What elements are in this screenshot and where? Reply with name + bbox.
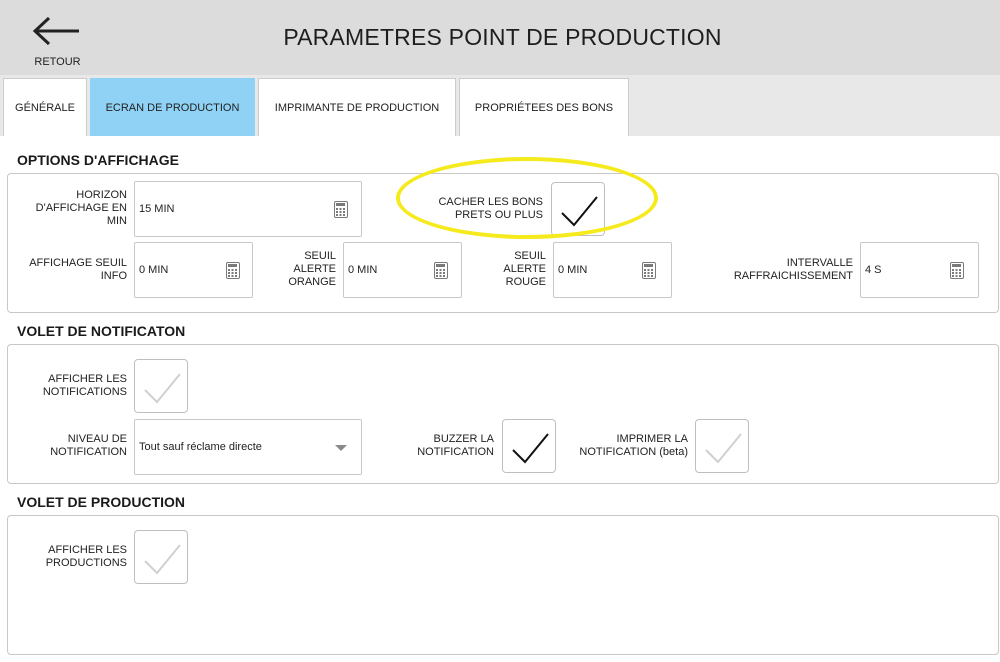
horizon-value: 15 MIN [139,203,175,215]
show-notifications-label-line2: NOTIFICATIONS [42,386,127,398]
header-bar: RETOUR PARAMETRES POINT DE PRODUCTION [0,0,1000,75]
hide-orders-label: CACHER LES BONS PRETS OU PLUS [400,196,543,222]
print-notification-label-line1: IMPRIMER LA [616,433,688,445]
info-threshold-label-line2: INFO [100,270,127,282]
refresh-interval-value: 4 S [865,264,882,276]
back-label: RETOUR [34,56,81,68]
checkmark-icon [144,544,181,575]
checkmark-icon [561,196,598,227]
red-threshold-label-line2: ALERTE [503,263,546,275]
calculator-icon[interactable] [226,262,240,279]
info-threshold-value: 0 MIN [139,264,169,276]
horizon-field[interactable]: 15 MIN [134,181,362,237]
show-productions-label-line1: AFFICHER LES [48,544,127,556]
info-threshold-label: AFFICHAGE SEUIL INFO [18,257,127,283]
orange-threshold-label-line2: ALERTE [293,263,336,275]
calculator-icon[interactable] [334,201,348,218]
print-notification-label: IMPRIMER LA NOTIFICATION (beta) [560,433,688,459]
horizon-label: HORIZON D'AFFICHAGE EN MIN [20,189,127,228]
orange-threshold-label: SEUIL ALERTE ORANGE [262,250,336,289]
calculator-icon[interactable] [434,262,448,279]
tab-imprimante-de-production[interactable]: IMPRIMANTE DE PRODUCTION [258,78,456,136]
hide-orders-label-line1: CACHER LES BONS [438,196,543,208]
checkmark-icon [144,373,181,404]
refresh-interval-label-line2: RAFFRAICHISSEMENT [733,270,853,282]
red-threshold-label-line1: SEUIL [514,250,546,262]
tab-bar: GÉNÉRALE ECRAN DE PRODUCTION IMPRIMANTE … [0,75,1000,136]
page-title: PARAMETRES POINT DE PRODUCTION [283,24,722,50]
buzzer-checkbox[interactable] [502,419,556,473]
checkmark-icon [512,433,549,464]
info-threshold-field[interactable]: 0 MIN [134,242,253,298]
buzzer-label-line2: NOTIFICATION [417,446,494,458]
section-title-display-options: OPTIONS D'AFFICHAGE [17,152,179,168]
orange-threshold-label-line3: ORANGE [288,276,336,288]
red-threshold-value: 0 MIN [558,264,588,276]
calculator-icon[interactable] [642,262,656,279]
tab-proprietees-des-bons[interactable]: PROPRIÉTEES DES BONS [459,78,629,136]
checkmark-icon [705,433,742,464]
tab-generale[interactable]: GÉNÉRALE [3,78,87,136]
buzzer-label: BUZZER LA NOTIFICATION [380,433,494,459]
chevron-down-icon [335,445,347,451]
hide-orders-checkbox[interactable] [551,182,605,236]
show-productions-label: AFFICHER LES PRODUCTIONS [24,544,127,570]
orange-threshold-field[interactable]: 0 MIN [343,242,462,298]
notification-level-select[interactable]: Tout sauf réclame directe [134,419,362,475]
notification-level-label-line1: NIVEAU DE [67,433,127,445]
horizon-label-line3: MIN [106,215,127,227]
calculator-icon[interactable] [950,262,964,279]
notification-level-label: NIVEAU DE NOTIFICATION [24,433,127,459]
show-productions-checkbox[interactable] [134,530,188,584]
hide-orders-label-line2: PRETS OU PLUS [454,209,543,221]
info-threshold-label-line1: AFFICHAGE SEUIL [29,257,127,269]
red-threshold-field[interactable]: 0 MIN [553,242,672,298]
section-title-notification-panel: VOLET DE NOTIFICATON [17,323,186,339]
show-notifications-label: AFFICHER LES NOTIFICATIONS [24,373,127,399]
horizon-label-line1: HORIZON [76,189,127,201]
refresh-interval-field[interactable]: 4 S [860,242,979,298]
print-notification-label-line2: NOTIFICATION (beta) [579,446,688,458]
horizon-label-line2: D'AFFICHAGE EN [35,202,127,214]
refresh-interval-label-line1: INTERVALLE [786,257,853,269]
red-threshold-label: SEUIL ALERTE ROUGE [472,250,546,289]
buzzer-label-line1: BUZZER LA [433,433,494,445]
tab-ecran-de-production[interactable]: ECRAN DE PRODUCTION [90,78,255,136]
notification-level-label-line2: NOTIFICATION [50,446,127,458]
notification-level-value: Tout sauf réclame directe [139,441,262,453]
show-notifications-label-line1: AFFICHER LES [48,373,127,385]
orange-threshold-value: 0 MIN [348,264,378,276]
show-productions-label-line2: PRODUCTIONS [45,557,127,569]
red-threshold-label-line3: ROUGE [505,276,546,288]
section-title-production-panel: VOLET DE PRODUCTION [17,494,186,510]
orange-threshold-label-line1: SEUIL [304,250,336,262]
refresh-interval-label: INTERVALLE RAFFRAICHISSEMENT [705,257,853,283]
show-notifications-checkbox[interactable] [134,359,188,413]
print-notification-checkbox[interactable] [695,419,749,473]
